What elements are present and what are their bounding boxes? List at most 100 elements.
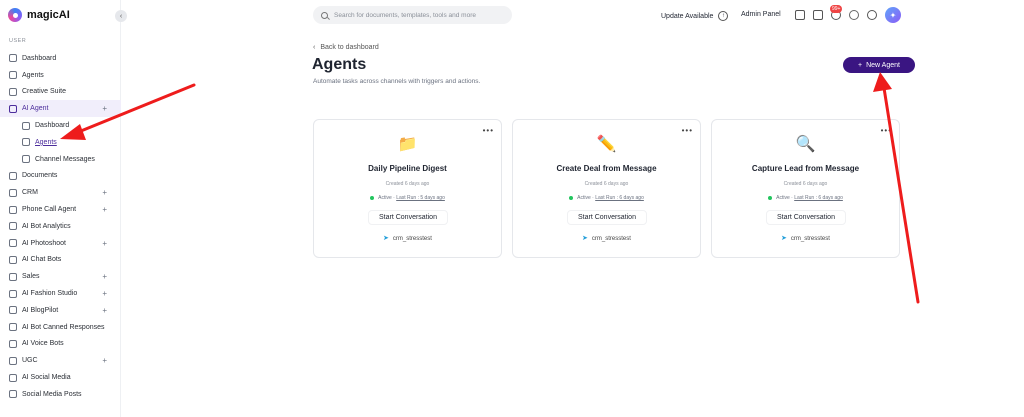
sidebar-item-ai-voice-bots[interactable]: AI Voice Bots	[0, 336, 121, 353]
sidebar-subitem-channel-messages[interactable]: Channel Messages	[0, 151, 121, 168]
sidebar-item-sales[interactable]: Sales +	[0, 268, 121, 285]
camera-icon	[9, 239, 17, 248]
chat-bot-icon	[9, 255, 17, 264]
page-subtitle: Automate tasks across channels with trig…	[313, 78, 481, 85]
sidebar-item-documents[interactable]: Documents	[0, 168, 121, 185]
branch-icon	[22, 138, 30, 147]
agent-created: Created 6 days ago	[385, 181, 430, 187]
status-dot	[370, 195, 375, 200]
agent-created: Created 6 days ago	[783, 181, 828, 187]
posts-icon	[9, 390, 17, 399]
chevron-left-icon: ‹	[313, 44, 316, 51]
sidebar-item-ai-agent[interactable]: AI Agent +	[0, 100, 121, 118]
agent-channel: ➤ crm_stresstest	[383, 235, 432, 242]
sidebar-item-ai-photoshoot[interactable]: AI Photoshoot +	[0, 235, 121, 252]
sidebar-item-ai-social-media[interactable]: AI Social Media	[0, 369, 121, 386]
moon-icon[interactable]	[849, 10, 859, 20]
sidebar-item-ai-blogpilot[interactable]: AI BlogPilot +	[0, 302, 121, 319]
sidebar-item-ai-bot-analytics[interactable]: AI Bot Analytics	[0, 218, 121, 235]
status-dot	[768, 195, 773, 200]
expand-icon[interactable]: +	[102, 289, 107, 298]
new-agent-button[interactable]: + New Agent	[843, 57, 915, 73]
expand-icon[interactable]: +	[102, 188, 107, 197]
agent-created: Created 6 days ago	[584, 181, 629, 187]
telegram-icon: ➤	[383, 235, 389, 242]
sidebar-subitem-dashboard[interactable]: Dashboard	[0, 117, 121, 134]
sidebar-item-ai-fashion-studio[interactable]: AI Fashion Studio +	[0, 285, 121, 302]
collapse-sidebar-button[interactable]: ‹	[115, 10, 127, 22]
search-icon	[321, 11, 328, 19]
social-icon	[9, 373, 17, 382]
app-name: magicAI	[27, 9, 70, 21]
expand-icon[interactable]: +	[102, 306, 107, 315]
expand-icon[interactable]: +	[102, 104, 107, 113]
agent-title: Create Deal from Message	[556, 164, 657, 173]
start-conversation-button[interactable]: Start Conversation	[368, 210, 448, 225]
plus-icon: +	[858, 61, 863, 69]
sidebar-item-crm[interactable]: CRM +	[0, 184, 121, 201]
admin-panel-link[interactable]: Admin Panel	[741, 11, 781, 18]
sidebar-item-dashboard[interactable]: Dashboard	[0, 50, 121, 67]
back-to-dashboard-link[interactable]: ‹ Back to dashboard	[313, 44, 379, 51]
agent-channel: ➤ crm_stresstest	[781, 235, 830, 242]
sidebar-item-social-media-posts[interactable]: Social Media Posts	[0, 386, 121, 403]
agent-status: Active · Last Run : 6 days ago	[513, 195, 700, 201]
sales-icon	[9, 272, 17, 281]
agent-channel: ➤ crm_stresstest	[582, 235, 631, 242]
crosshair-icon[interactable]	[867, 10, 877, 20]
update-available-button[interactable]: Update Available ↑	[661, 11, 729, 21]
rocket-icon	[9, 71, 17, 80]
top-header: Update Available ↑ Admin Panel 99+ ✦	[121, 0, 1024, 32]
message-icon	[22, 155, 30, 164]
expand-icon[interactable]: +	[102, 272, 107, 281]
sidebar-item-agents[interactable]: Agents	[0, 67, 121, 84]
logo-icon	[8, 8, 22, 22]
blog-icon	[9, 306, 17, 315]
user-avatar[interactable]: ✦	[885, 7, 901, 23]
sparkle-icon: ✦	[889, 10, 897, 20]
magnifier-icon: 🔍	[795, 136, 816, 153]
page-title: Agents	[312, 56, 367, 73]
agent-icon	[9, 104, 17, 113]
expand-icon[interactable]: +	[102, 205, 107, 214]
main-content: ‹ Back to dashboard Agents Automate task…	[121, 32, 1024, 417]
sidebar-item-phone-call-agent[interactable]: Phone Call Agent +	[0, 201, 121, 218]
start-conversation-button[interactable]: Start Conversation	[766, 210, 846, 225]
search-input[interactable]	[334, 11, 504, 19]
sidebar-item-ugc[interactable]: UGC +	[0, 352, 121, 369]
sidebar-item-ai-bot-canned-responses[interactable]: AI Bot Canned Responses	[0, 319, 121, 336]
phone-icon	[9, 205, 17, 214]
agent-card-daily-pipeline-digest[interactable]: ••• 📁 Daily Pipeline Digest Created 6 da…	[313, 119, 502, 258]
pencil-icon: ✏️	[596, 136, 617, 153]
agent-status: Active · Last Run : 5 days ago	[314, 195, 501, 201]
notification-badge: 99+	[830, 5, 843, 13]
palette-icon	[9, 87, 17, 96]
sidebar-item-ai-chat-bots[interactable]: AI Chat Bots	[0, 252, 121, 269]
search-bar[interactable]	[313, 6, 512, 24]
sidebar-nav: Dashboard Agents Creative Suite AI Agent…	[0, 50, 121, 403]
logo[interactable]: magicAI	[8, 8, 70, 22]
thumbs-up-icon[interactable]	[795, 10, 805, 20]
document-icon	[9, 171, 17, 180]
crm-icon	[9, 188, 17, 197]
expand-icon[interactable]: +	[102, 356, 107, 365]
update-label: Update Available	[661, 12, 714, 20]
analytics-icon	[9, 222, 17, 231]
chevron-left-icon: ‹	[119, 12, 123, 20]
expand-icon[interactable]: +	[102, 239, 107, 248]
upload-icon: ↑	[718, 11, 729, 21]
canned-response-icon	[9, 323, 17, 332]
sidebar-subitem-agents[interactable]: Agents	[0, 134, 121, 151]
agent-card-create-deal-from-message[interactable]: ••• ✏️ Create Deal from Message Created …	[512, 119, 701, 258]
section-label-user: USER	[9, 38, 27, 44]
sidebar-item-creative-suite[interactable]: Creative Suite	[0, 84, 121, 101]
folder-icon: 📁	[397, 136, 418, 153]
telegram-icon: ➤	[582, 235, 588, 242]
start-conversation-button[interactable]: Start Conversation	[567, 210, 647, 225]
hanger-icon	[9, 289, 17, 298]
inbox-icon[interactable]	[813, 10, 823, 20]
agent-card-capture-lead-from-message[interactable]: ••• 🔍 Capture Lead from Message Created …	[711, 119, 900, 258]
ugc-icon	[9, 356, 17, 365]
status-dot	[569, 195, 574, 200]
agent-title: Capture Lead from Message	[751, 164, 860, 173]
